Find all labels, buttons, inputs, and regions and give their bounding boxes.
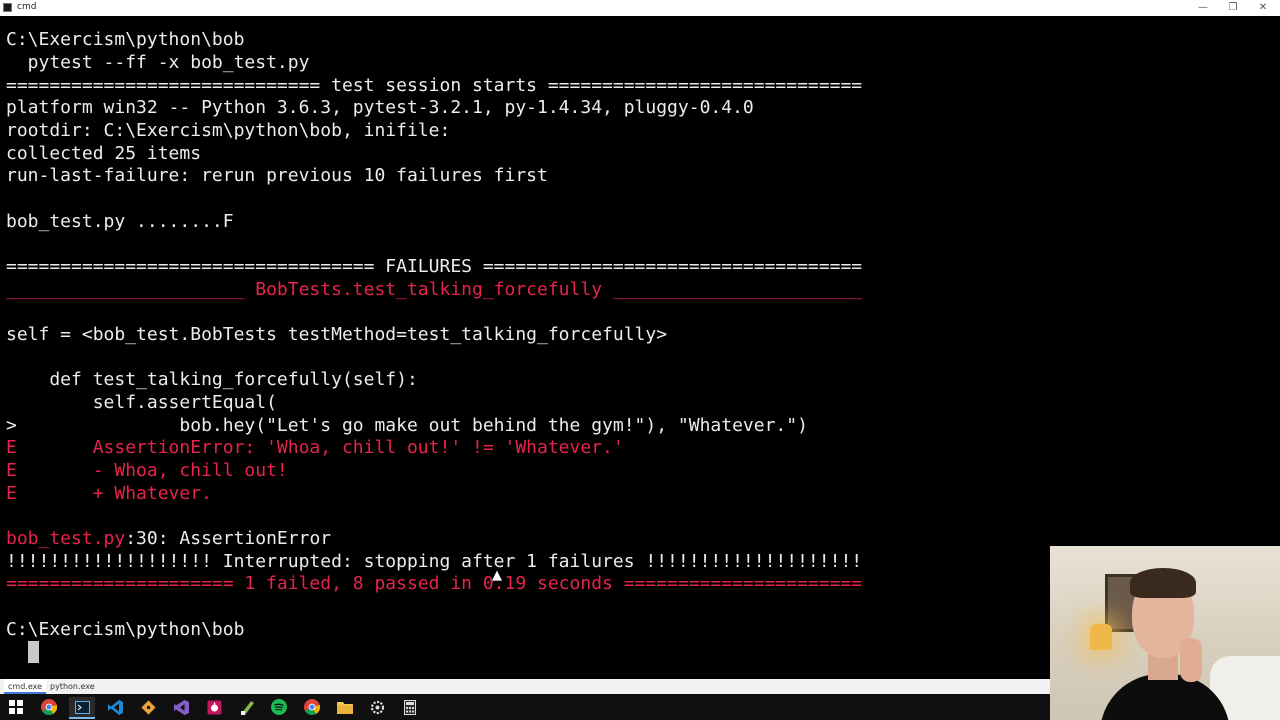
bug-tracker-icon[interactable] [201,697,227,717]
console-icon[interactable] [69,697,95,719]
progress-line: bob_test.py ........F [6,211,234,232]
notepad-plus-icon[interactable] [234,697,260,717]
code-assert-line: self.assertEqual( [6,392,277,413]
prompt-line: C:\Exercism\python\bob [6,29,245,50]
git-icon[interactable] [135,697,161,717]
window-title: cmd [17,2,37,12]
self-line: self = <bob_test.BobTests testMethod=tes… [6,324,668,345]
vscode-icon[interactable] [102,697,128,717]
presenter-hair [1130,568,1196,598]
error-line: E AssertionError: 'Whoa, chill out!' != … [6,437,624,458]
error-line: E - Whoa, chill out! [6,460,288,481]
failures-header-line: ================================== FAILU… [6,256,863,277]
interrupted-line: !!!!!!!!!!!!!!!!!!! Interrupted: stoppin… [6,551,863,572]
restore-icon[interactable]: ❐ [1218,0,1248,16]
error-location-file: bob_test.py [6,528,126,549]
summary-line: ===================== 1 failed, 8 passed… [6,573,863,594]
command-line: pytest --ff -x bob_test.py [6,52,310,73]
window-titlebar[interactable]: cmd — ❐ ✕ [0,0,1280,16]
code-def-line: def test_talking_forcefully(self): [6,369,418,390]
taskbar [0,694,1050,720]
prompt-line: C:\Exercism\python\bob [6,619,245,640]
error-line: E + Whatever. [6,483,212,504]
console-tab-strip: cmd.exe python.exe [0,679,1050,694]
collected-line: collected 25 items [6,143,202,164]
failure-test-line: ______________________ BobTests.test_tal… [6,279,863,300]
error-location-text: :30: AssertionError [125,528,332,549]
file-explorer-icon[interactable] [332,697,358,717]
mouse-pointer-icon: ▲ [492,568,502,583]
session-start-line: ============================= test sessi… [6,75,863,96]
spotify-icon[interactable] [266,697,292,717]
minimize-icon[interactable]: — [1188,0,1218,16]
text-cursor [28,641,39,663]
settings-icon[interactable] [364,697,390,717]
rootdir-line: rootdir: C:\Exercism\python\bob, inifile… [6,120,451,141]
code-call-line: > bob.hey("Let's go make out behind the … [6,415,808,436]
platform-line: platform win32 -- Python 3.6.3, pytest-3… [6,97,754,118]
tab-cmd[interactable]: cmd.exe [4,679,47,694]
presenter-hand [1180,638,1202,682]
visual-studio-icon[interactable] [168,697,194,717]
cmd-window-icon [3,3,12,12]
close-icon[interactable]: ✕ [1248,0,1278,16]
webcam-overlay [1050,546,1280,720]
lamp [1090,624,1112,650]
tab-python[interactable]: python.exe [46,679,99,694]
error-location-line: bob_test.py:30: AssertionError [6,528,331,551]
windows-start-icon[interactable] [3,697,29,717]
calculator-icon[interactable] [397,697,423,717]
chrome-icon[interactable] [299,697,325,717]
chrome-icon[interactable] [36,697,62,717]
run-last-failure-line: run-last-failure: rerun previous 10 fail… [6,165,548,186]
